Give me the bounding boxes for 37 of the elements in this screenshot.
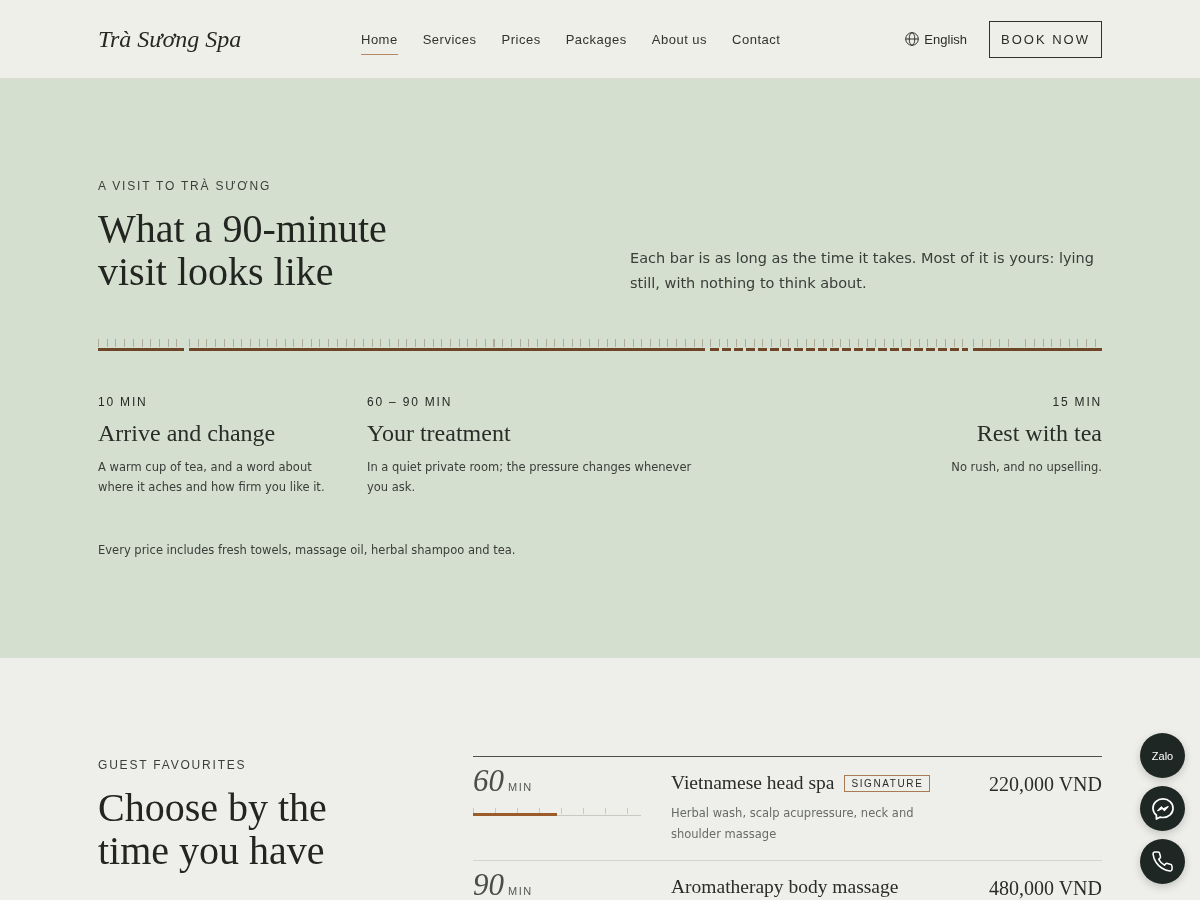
step-duration: 10 MIN bbox=[98, 395, 149, 409]
nav-link[interactable]: Prices bbox=[501, 25, 541, 55]
duration-unit: MIN bbox=[508, 885, 533, 898]
treatment-name[interactable]: Aromatherapy body massage bbox=[671, 876, 899, 898]
footnote-text: Every price includes fresh towels, massage oil, herbal shampoo and tea. bbox=[98, 543, 517, 557]
treatment-price: 480,000 VND bbox=[989, 877, 1102, 899]
step-description: No rush, and no upselling. bbox=[950, 459, 1102, 476]
treatment-description: Herbal wash, scalp acupressure, neck and shoulder massage bbox=[671, 805, 915, 843]
nav-link[interactable]: Contact bbox=[732, 25, 781, 55]
step-title: Rest with tea bbox=[975, 420, 1102, 447]
section-title: Choose by the time you have bbox=[98, 786, 328, 872]
step-description: A warm cup of tea, and a word about where it aches and how firm you like it. bbox=[98, 459, 326, 496]
nav-link[interactable]: Home bbox=[361, 25, 398, 55]
step-title: Arrive and change bbox=[98, 420, 277, 447]
logo-text[interactable]: Trà Sương Spa bbox=[98, 25, 242, 52]
chat-bubble-icon bbox=[1151, 797, 1174, 820]
section-eyebrow: A VISIT TO TRÀ SƯƠNG bbox=[98, 179, 273, 193]
language-button[interactable]: English bbox=[905, 31, 967, 47]
nav-link[interactable]: About us bbox=[651, 25, 708, 55]
step-duration: 60 – 90 MIN bbox=[367, 395, 454, 409]
duration-unit: MIN bbox=[508, 781, 533, 794]
treatment-tag: SIGNATURE bbox=[844, 774, 931, 792]
step-description: In a quiet private room; the pressure changes whenever you ask. bbox=[367, 459, 693, 496]
step-title: Your treatment bbox=[367, 420, 512, 447]
book-now-button[interactable]: BOOK NOW bbox=[989, 20, 1102, 58]
section-eyebrow: GUEST FAVOURITES bbox=[98, 758, 248, 772]
intro-paragraph: Each bar is as long as the time it takes. Most of it is yours: lying still, with nothing to think about. bbox=[630, 249, 1095, 293]
section-title: What a 90-minute visit looks like bbox=[98, 207, 388, 293]
phone-icon bbox=[1152, 851, 1173, 872]
globe-icon bbox=[905, 32, 920, 46]
duration-number: 90 bbox=[473, 872, 504, 898]
nav-link[interactable]: Services bbox=[422, 25, 477, 55]
duration-number: 60 bbox=[473, 768, 504, 794]
treatment-name[interactable]: Vietnamese head spa bbox=[671, 772, 835, 794]
nav-link[interactable]: Packages bbox=[565, 25, 627, 55]
step-duration: 15 MIN bbox=[1051, 395, 1102, 409]
treatment-price: 220,000 VND bbox=[989, 773, 1102, 797]
